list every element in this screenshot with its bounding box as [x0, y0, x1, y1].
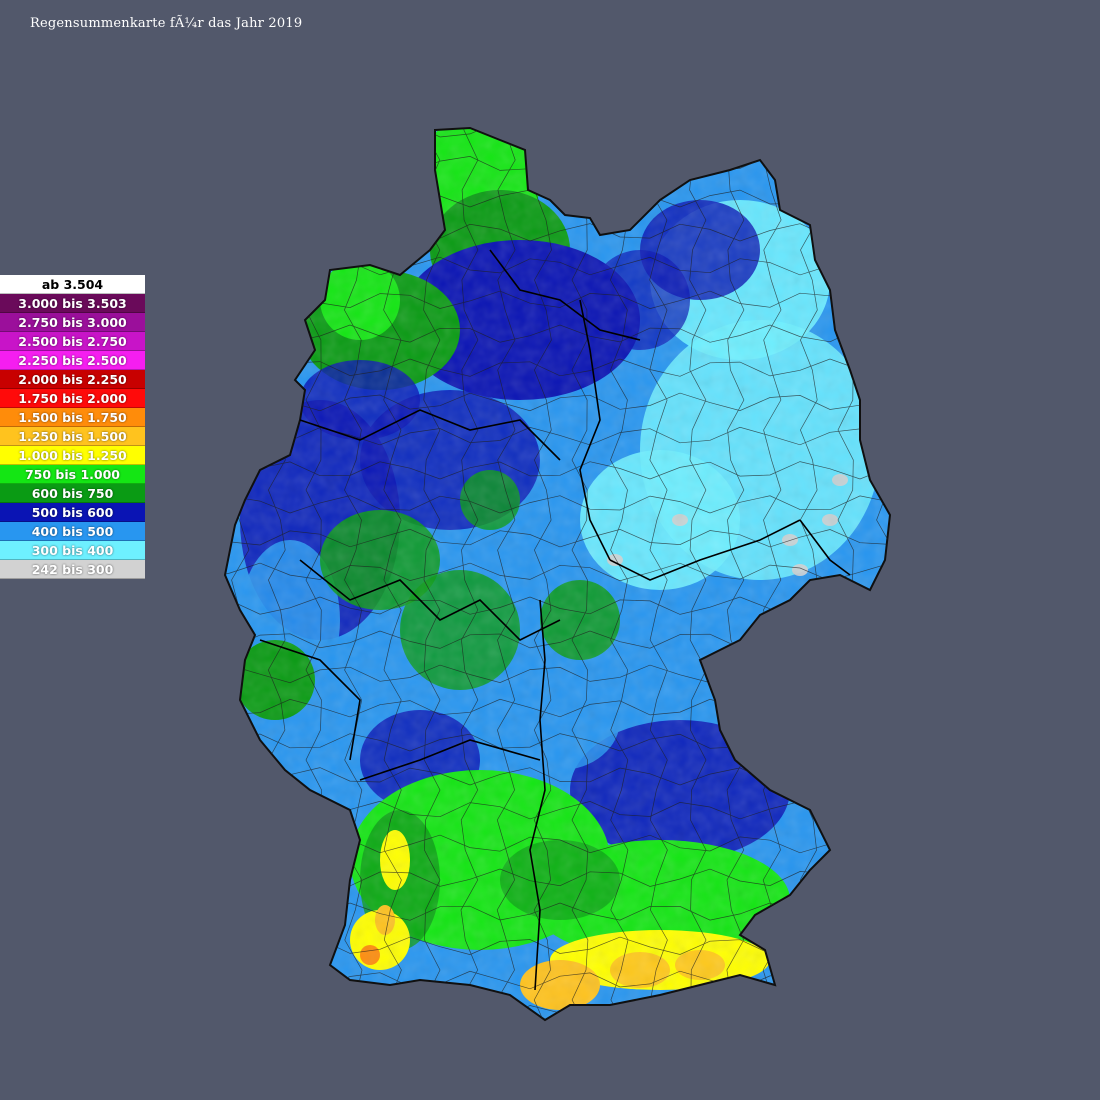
precipitation-legend: ab 3.504 3.000 bis 3.503 2.750 bis 3.000 2.… [0, 275, 145, 579]
legend-entry: 2.250 bis 2.500 [0, 351, 145, 370]
legend-entry: 1.000 bis 1.250 [0, 446, 145, 465]
legend-entry: 300 bis 400 [0, 541, 145, 560]
legend-entry: 2.500 bis 2.750 [0, 332, 145, 351]
legend-entry: 1.500 bis 1.750 [0, 408, 145, 427]
legend-entry: 1.750 bis 2.000 [0, 389, 145, 408]
legend-entry: 750 bis 1.000 [0, 465, 145, 484]
legend-entry: 400 bis 500 [0, 522, 145, 541]
legend-entry: 2.750 bis 3.000 [0, 313, 145, 332]
legend-entry: 1.250 bis 1.500 [0, 427, 145, 446]
legend-entry: 242 bis 300 [0, 560, 145, 579]
legend-entry: ab 3.504 [0, 275, 145, 294]
legend-entry: 500 bis 600 [0, 503, 145, 522]
legend-entry: 600 bis 750 [0, 484, 145, 503]
legend-entry: 2.000 bis 2.250 [0, 370, 145, 389]
germany-precipitation-map [224, 127, 891, 1021]
legend-entry: 3.000 bis 3.503 [0, 294, 145, 313]
